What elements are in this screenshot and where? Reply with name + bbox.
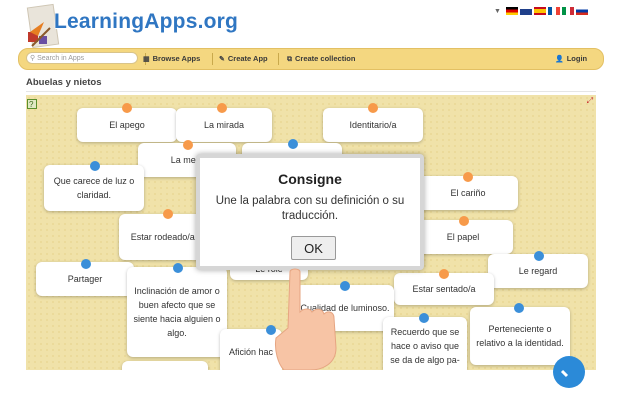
pin-orange — [217, 103, 227, 113]
card-label: Inclinación de amor o buen afecto que se… — [133, 286, 221, 338]
card-la-mirada[interactable]: La mirada — [176, 108, 272, 142]
flag-en-icon[interactable] — [519, 7, 532, 15]
card-label: El cariño — [450, 188, 486, 198]
browse-apps-label: Browse Apps — [152, 54, 201, 63]
pin-orange — [183, 140, 193, 150]
toolbar-divider — [278, 53, 279, 65]
ok-button[interactable]: OK — [291, 236, 336, 260]
site-logo-text[interactable]: LearningApps.org — [54, 10, 238, 34]
card-recuerdo[interactable]: Recuerdo que se hace o aviso que se da d… — [383, 317, 467, 370]
dropdown-arrow-icon[interactable]: ▼ — [494, 8, 501, 15]
card-label: Recuerdo que se hace o aviso que se da d… — [390, 327, 460, 365]
title-divider — [26, 91, 596, 92]
fullscreen-icon[interactable]: ⤢ — [587, 96, 593, 106]
pencil-icon: ✎ — [219, 56, 225, 63]
toolbar-divider — [212, 53, 213, 65]
pin-orange — [368, 103, 378, 113]
flag-de-icon[interactable] — [505, 7, 518, 15]
card-partial[interactable] — [122, 361, 208, 370]
card-el-apego[interactable]: El apego — [77, 108, 177, 142]
dialog-title: Consigne — [278, 171, 342, 187]
card-label: Partager — [67, 274, 103, 284]
card-label: El papel — [446, 232, 480, 242]
search-placeholder: Search in Apps — [37, 55, 85, 62]
page-title: Abuelas y nietos — [26, 77, 102, 88]
pin-orange — [459, 216, 469, 226]
svg-text:?: ? — [29, 100, 34, 109]
dialog-text: Une la palabra con su definición o su tr… — [215, 195, 405, 222]
create-app-button[interactable]: ✎ Create App — [219, 53, 268, 66]
browse-apps-button[interactable]: ▦ Browse Apps — [143, 53, 200, 66]
pin-blue — [288, 139, 298, 149]
pin-blue — [81, 259, 91, 269]
card-label: Afición hac — [228, 347, 274, 357]
check-button[interactable] — [553, 356, 585, 388]
create-collection-button[interactable]: ⧉ Create collection — [287, 53, 355, 66]
pin-blue — [514, 303, 524, 313]
card-label: Que carece de luz o claridad. — [53, 176, 135, 200]
card-identitario[interactable]: Identitario/a — [323, 108, 423, 142]
search-input[interactable]: ⚲ Search in Apps — [26, 52, 138, 64]
card-label: Identitario/a — [349, 120, 397, 130]
grid-icon: ▦ — [143, 56, 150, 63]
login-label: Login — [566, 54, 588, 63]
pointing-hand-icon — [270, 268, 350, 371]
pin-blue — [90, 161, 100, 171]
card-label: El apego — [109, 120, 145, 130]
user-icon: 👤 — [555, 56, 564, 63]
main-toolbar: ⚲ Search in Apps ▦ Browse Apps ✎ Create Ap… — [18, 48, 604, 70]
card-label: La mirada — [203, 120, 245, 130]
card-label: Perteneciente o relativo a la identidad. — [476, 324, 564, 348]
pin-orange — [163, 209, 173, 219]
instructions-dialog: Consigne Une la palabra con su definició… — [196, 154, 424, 270]
pin-blue — [419, 313, 429, 323]
pin-orange — [463, 172, 473, 182]
collection-icon: ⧉ — [287, 56, 292, 63]
search-icon: ⚲ — [30, 55, 36, 62]
flag-it-icon[interactable] — [561, 7, 574, 15]
pin-orange — [439, 269, 449, 279]
card-label: Estar sentado/a — [412, 284, 476, 294]
flag-fr-icon[interactable] — [547, 7, 560, 15]
flag-es-icon[interactable] — [533, 7, 546, 15]
create-collection-label: Create collection — [295, 54, 356, 63]
card-que-carece[interactable]: Que carece de luz o claridad. — [44, 165, 144, 211]
login-button[interactable]: 👤 Login — [555, 53, 587, 66]
pin-orange — [122, 103, 132, 113]
dialog-body: Consigne Une la palabra con su definició… — [200, 158, 420, 266]
card-inclinacion[interactable]: Inclinación de amor o buen afecto que se… — [127, 267, 227, 357]
create-app-label: Create App — [227, 54, 268, 63]
language-selector[interactable]: ▼ — [494, 7, 588, 15]
pin-blue — [173, 263, 183, 273]
pin-blue — [534, 251, 544, 261]
card-label: Le regard — [518, 266, 558, 276]
help-icon[interactable]: ? — [27, 96, 37, 109]
flag-ru-icon[interactable] — [575, 7, 588, 15]
